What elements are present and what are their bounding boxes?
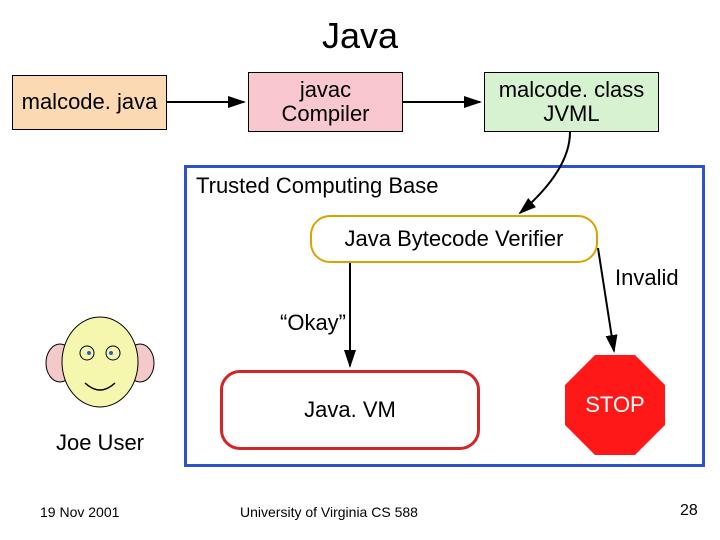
slide-title: Java — [0, 15, 720, 57]
tcb-label: Trusted Computing Base — [196, 173, 439, 199]
footer-center: University of Virginia CS 588 — [240, 504, 418, 520]
joe-user-label: Joe User — [50, 430, 150, 456]
compiler-label-2: Compiler — [281, 102, 369, 126]
javavm-box: Java. VM — [220, 370, 480, 450]
okay-label: “Okay” — [280, 310, 346, 336]
footer-date: 19 Nov 2001 — [40, 504, 119, 520]
bytecode-verifier-label: Java Bytecode Verifier — [345, 226, 564, 252]
invalid-label: Invalid — [615, 265, 679, 291]
classfile-box: malcode. class JVML — [484, 72, 659, 132]
compiler-label-1: javac — [281, 78, 369, 102]
compiler-box: javac Compiler — [248, 72, 403, 132]
stop-label: STOP — [585, 392, 645, 418]
javavm-label: Java. VM — [304, 397, 396, 423]
source-file-label: malcode. java — [22, 90, 158, 114]
footer-page: 28 — [680, 502, 698, 520]
classfile-label-2: JVML — [499, 102, 645, 126]
source-file-box: malcode. java — [12, 75, 167, 130]
stop-sign: STOP — [565, 355, 665, 455]
bytecode-verifier-box: Java Bytecode Verifier — [310, 215, 598, 263]
classfile-label-1: malcode. class — [499, 78, 645, 102]
user-face-icon — [45, 315, 155, 410]
